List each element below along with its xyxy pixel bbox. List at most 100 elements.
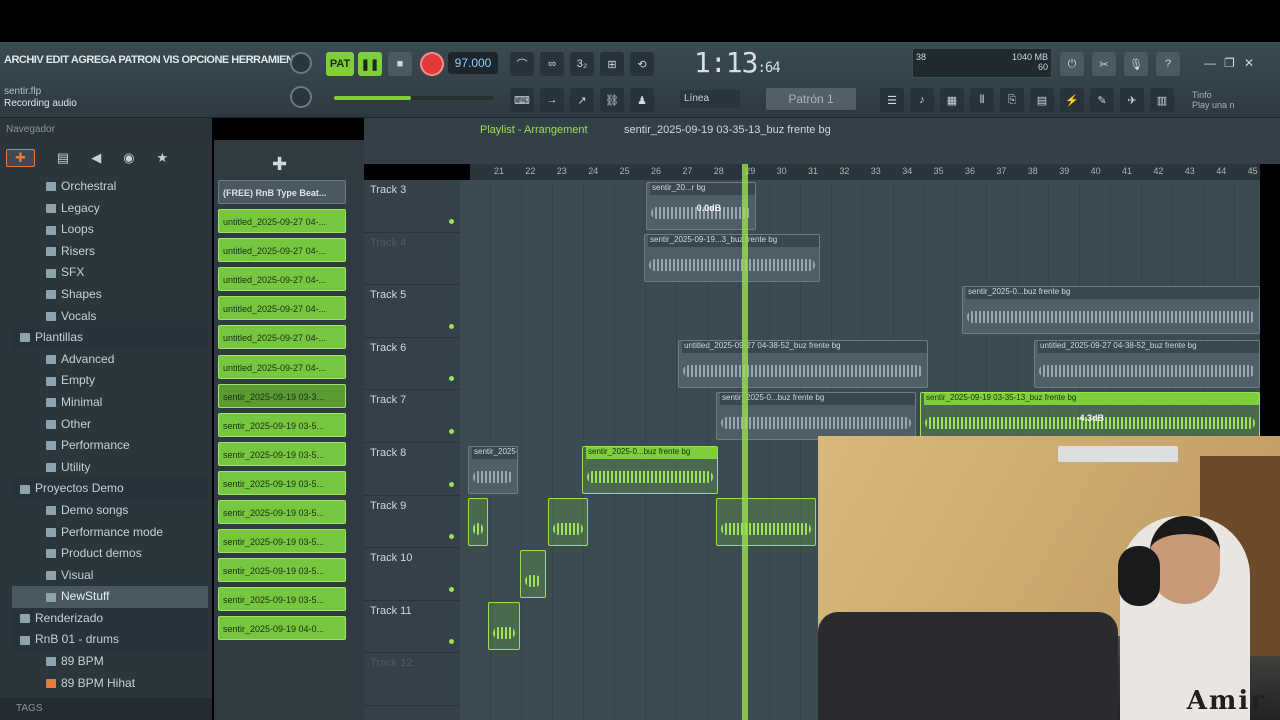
- tree-item[interactable]: Other: [12, 414, 208, 436]
- tree-item[interactable]: Plantillas: [12, 327, 208, 349]
- track-active-icon[interactable]: [449, 534, 454, 540]
- clip-item[interactable]: sentir_2025-09-19 03-5...: [218, 441, 346, 466]
- microphone-icon[interactable]: 🎙: [1124, 52, 1148, 76]
- track-active-icon[interactable]: [449, 376, 454, 382]
- file-icon[interactable]: ▤: [1030, 88, 1054, 112]
- tree-item[interactable]: Loops: [12, 219, 208, 241]
- playhead-line[interactable]: [742, 164, 748, 720]
- track-active-icon[interactable]: [449, 639, 454, 645]
- link-icon[interactable]: ⛓: [600, 88, 624, 112]
- browser-tab-favorites[interactable]: ★: [157, 150, 169, 166]
- clip-item[interactable]: sentir_2025-09-19 03-5...: [218, 587, 346, 612]
- metronome-icon[interactable]: ⌒: [510, 52, 534, 76]
- arrow-right-icon[interactable]: →: [540, 88, 564, 112]
- tree-item[interactable]: Minimal: [12, 392, 208, 414]
- piano-roll-icon[interactable]: ♪: [910, 88, 934, 112]
- play-icon[interactable]: ❚❚: [358, 52, 382, 76]
- audio-clip[interactable]: sentir_2025-09-19...3_buz frente bg: [644, 234, 820, 282]
- tree-item[interactable]: Demo songs: [12, 500, 208, 522]
- track-header[interactable]: Track 4: [364, 233, 460, 286]
- blend-icon[interactable]: ↗: [570, 88, 594, 112]
- browser-tab-database[interactable]: ◉: [123, 150, 134, 166]
- tree-item[interactable]: Vocals: [12, 306, 208, 328]
- tags-bar[interactable]: TAGS: [0, 698, 212, 720]
- track-active-icon[interactable]: [449, 428, 454, 434]
- audio-clip[interactable]: [488, 602, 520, 650]
- pattern-selector[interactable]: Patrón 1: [766, 88, 856, 110]
- wait-icon[interactable]: ∞: [540, 52, 564, 76]
- track-header[interactable]: Track 3: [364, 180, 460, 233]
- channel-rack-icon[interactable]: ▦: [940, 88, 964, 112]
- track-header[interactable]: Track 5: [364, 285, 460, 338]
- render-icon[interactable]: ✈: [1120, 88, 1144, 112]
- power-icon[interactable]: ⏻: [1060, 52, 1084, 76]
- track-header[interactable]: Track 12: [364, 653, 460, 706]
- clip-item-selected[interactable]: sentir_2025-09-19 03-3...: [218, 383, 346, 408]
- help-icon[interactable]: ?: [1156, 52, 1180, 76]
- restore-icon[interactable]: ❐: [1224, 56, 1235, 70]
- tree-item[interactable]: Product demos: [12, 543, 208, 565]
- tools-icon[interactable]: ✎: [1090, 88, 1114, 112]
- clip-item[interactable]: (FREE) RnB Type Beat...: [218, 180, 346, 204]
- close-icon[interactable]: ✕: [1244, 56, 1254, 70]
- tree-item[interactable]: Legacy: [12, 198, 208, 220]
- clip-item[interactable]: untitled_2025-09-27 04-...: [218, 209, 346, 234]
- tree-item[interactable]: 89 BPM: [12, 651, 208, 673]
- audio-clip[interactable]: sentir_2025-0...buz frente bg: [582, 446, 718, 494]
- countdown-icon[interactable]: 3₂: [570, 52, 594, 76]
- clip-item[interactable]: untitled_2025-09-27 04-...: [218, 296, 346, 321]
- playlist-icon[interactable]: ☰: [880, 88, 904, 112]
- tree-item[interactable]: RnB 01 - drums: [12, 629, 208, 652]
- audio-clip[interactable]: untitled_2025-09-27 04-38-52_buz frente …: [678, 340, 928, 388]
- track-header[interactable]: Track 8: [364, 443, 460, 496]
- audio-clip[interactable]: [520, 550, 546, 598]
- tree-item[interactable]: Performance: [12, 435, 208, 457]
- tree-item[interactable]: Performance mode: [12, 522, 208, 544]
- clip-item[interactable]: sentir_2025-09-19 03-5...: [218, 558, 346, 583]
- stop-icon[interactable]: ■: [388, 52, 412, 76]
- clip-item[interactable]: untitled_2025-09-27 04-...: [218, 238, 346, 263]
- tree-item[interactable]: Risers: [12, 241, 208, 263]
- browser-icon[interactable]: ⎘: [1000, 88, 1024, 112]
- clip-item[interactable]: sentir_2025-09-19 04-0...: [218, 616, 346, 641]
- audio-clip[interactable]: [716, 498, 816, 546]
- step-edit-icon[interactable]: ⊞: [600, 52, 624, 76]
- tree-item[interactable]: Renderizado: [12, 607, 208, 630]
- tree-item-selected[interactable]: NewStuff: [12, 586, 208, 608]
- mixer-icon[interactable]: ⫴: [970, 88, 994, 112]
- snap-select[interactable]: Línea: [680, 90, 740, 108]
- stamp-icon[interactable]: ♟: [630, 88, 654, 112]
- settings-icon[interactable]: ▥: [1150, 88, 1174, 112]
- main-menu[interactable]: ARCHIV EDIT AGREGA PATRON VIS OPCIONE HE…: [4, 54, 307, 66]
- tree-item[interactable]: Proyectos Demo: [12, 478, 208, 500]
- audio-clip[interactable]: sentir_20...r bg 0.0dB: [646, 182, 756, 230]
- track-header[interactable]: Track 7: [364, 390, 460, 443]
- tree-item[interactable]: SFX: [12, 262, 208, 284]
- audio-clip[interactable]: untitled_2025-09-27 04-38-52_buz frente …: [1034, 340, 1260, 388]
- master-volume-slider[interactable]: [334, 96, 494, 100]
- audio-clip[interactable]: [548, 498, 588, 546]
- tree-item[interactable]: Visual: [12, 565, 208, 587]
- track-header[interactable]: Track 11: [364, 601, 460, 654]
- clip-item[interactable]: untitled_2025-09-27 04-...: [218, 354, 346, 379]
- clip-item[interactable]: sentir_2025-09-19 03-5...: [218, 529, 346, 554]
- clip-item[interactable]: untitled_2025-09-27 04-...: [218, 325, 346, 350]
- track-active-icon[interactable]: [449, 481, 454, 487]
- audio-clip[interactable]: sentir_2025-0...buz frente bg: [962, 286, 1260, 334]
- tree-item[interactable]: Orchestral: [12, 176, 208, 198]
- typing-keyboard-icon[interactable]: ⌨: [510, 88, 534, 112]
- tree-item[interactable]: Shapes: [12, 284, 208, 306]
- audio-clip[interactable]: [468, 498, 488, 546]
- audio-clip-selected[interactable]: sentir_2025-09-19 03-35-13_buz frente bg…: [920, 392, 1260, 440]
- tree-item[interactable]: Utility: [12, 457, 208, 479]
- track-active-icon[interactable]: [449, 586, 454, 592]
- loop-record-icon[interactable]: ⟲: [630, 52, 654, 76]
- browser-tab-back[interactable]: ◀: [91, 150, 101, 166]
- browser-tab-files[interactable]: ▤: [57, 150, 69, 166]
- master-pitch-knob[interactable]: [290, 86, 312, 108]
- timeline-ruler[interactable]: 21 22 23 24 25 26 27 28 29 30 31 32 33 34 35 36 37 38 39 40…: [470, 164, 1260, 180]
- clip-item[interactable]: sentir_2025-09-19 03-5...: [218, 470, 346, 495]
- add-clip-icon[interactable]: ✚: [214, 140, 364, 180]
- master-volume-knob[interactable]: [290, 52, 312, 74]
- tree-item[interactable]: Advanced: [12, 349, 208, 371]
